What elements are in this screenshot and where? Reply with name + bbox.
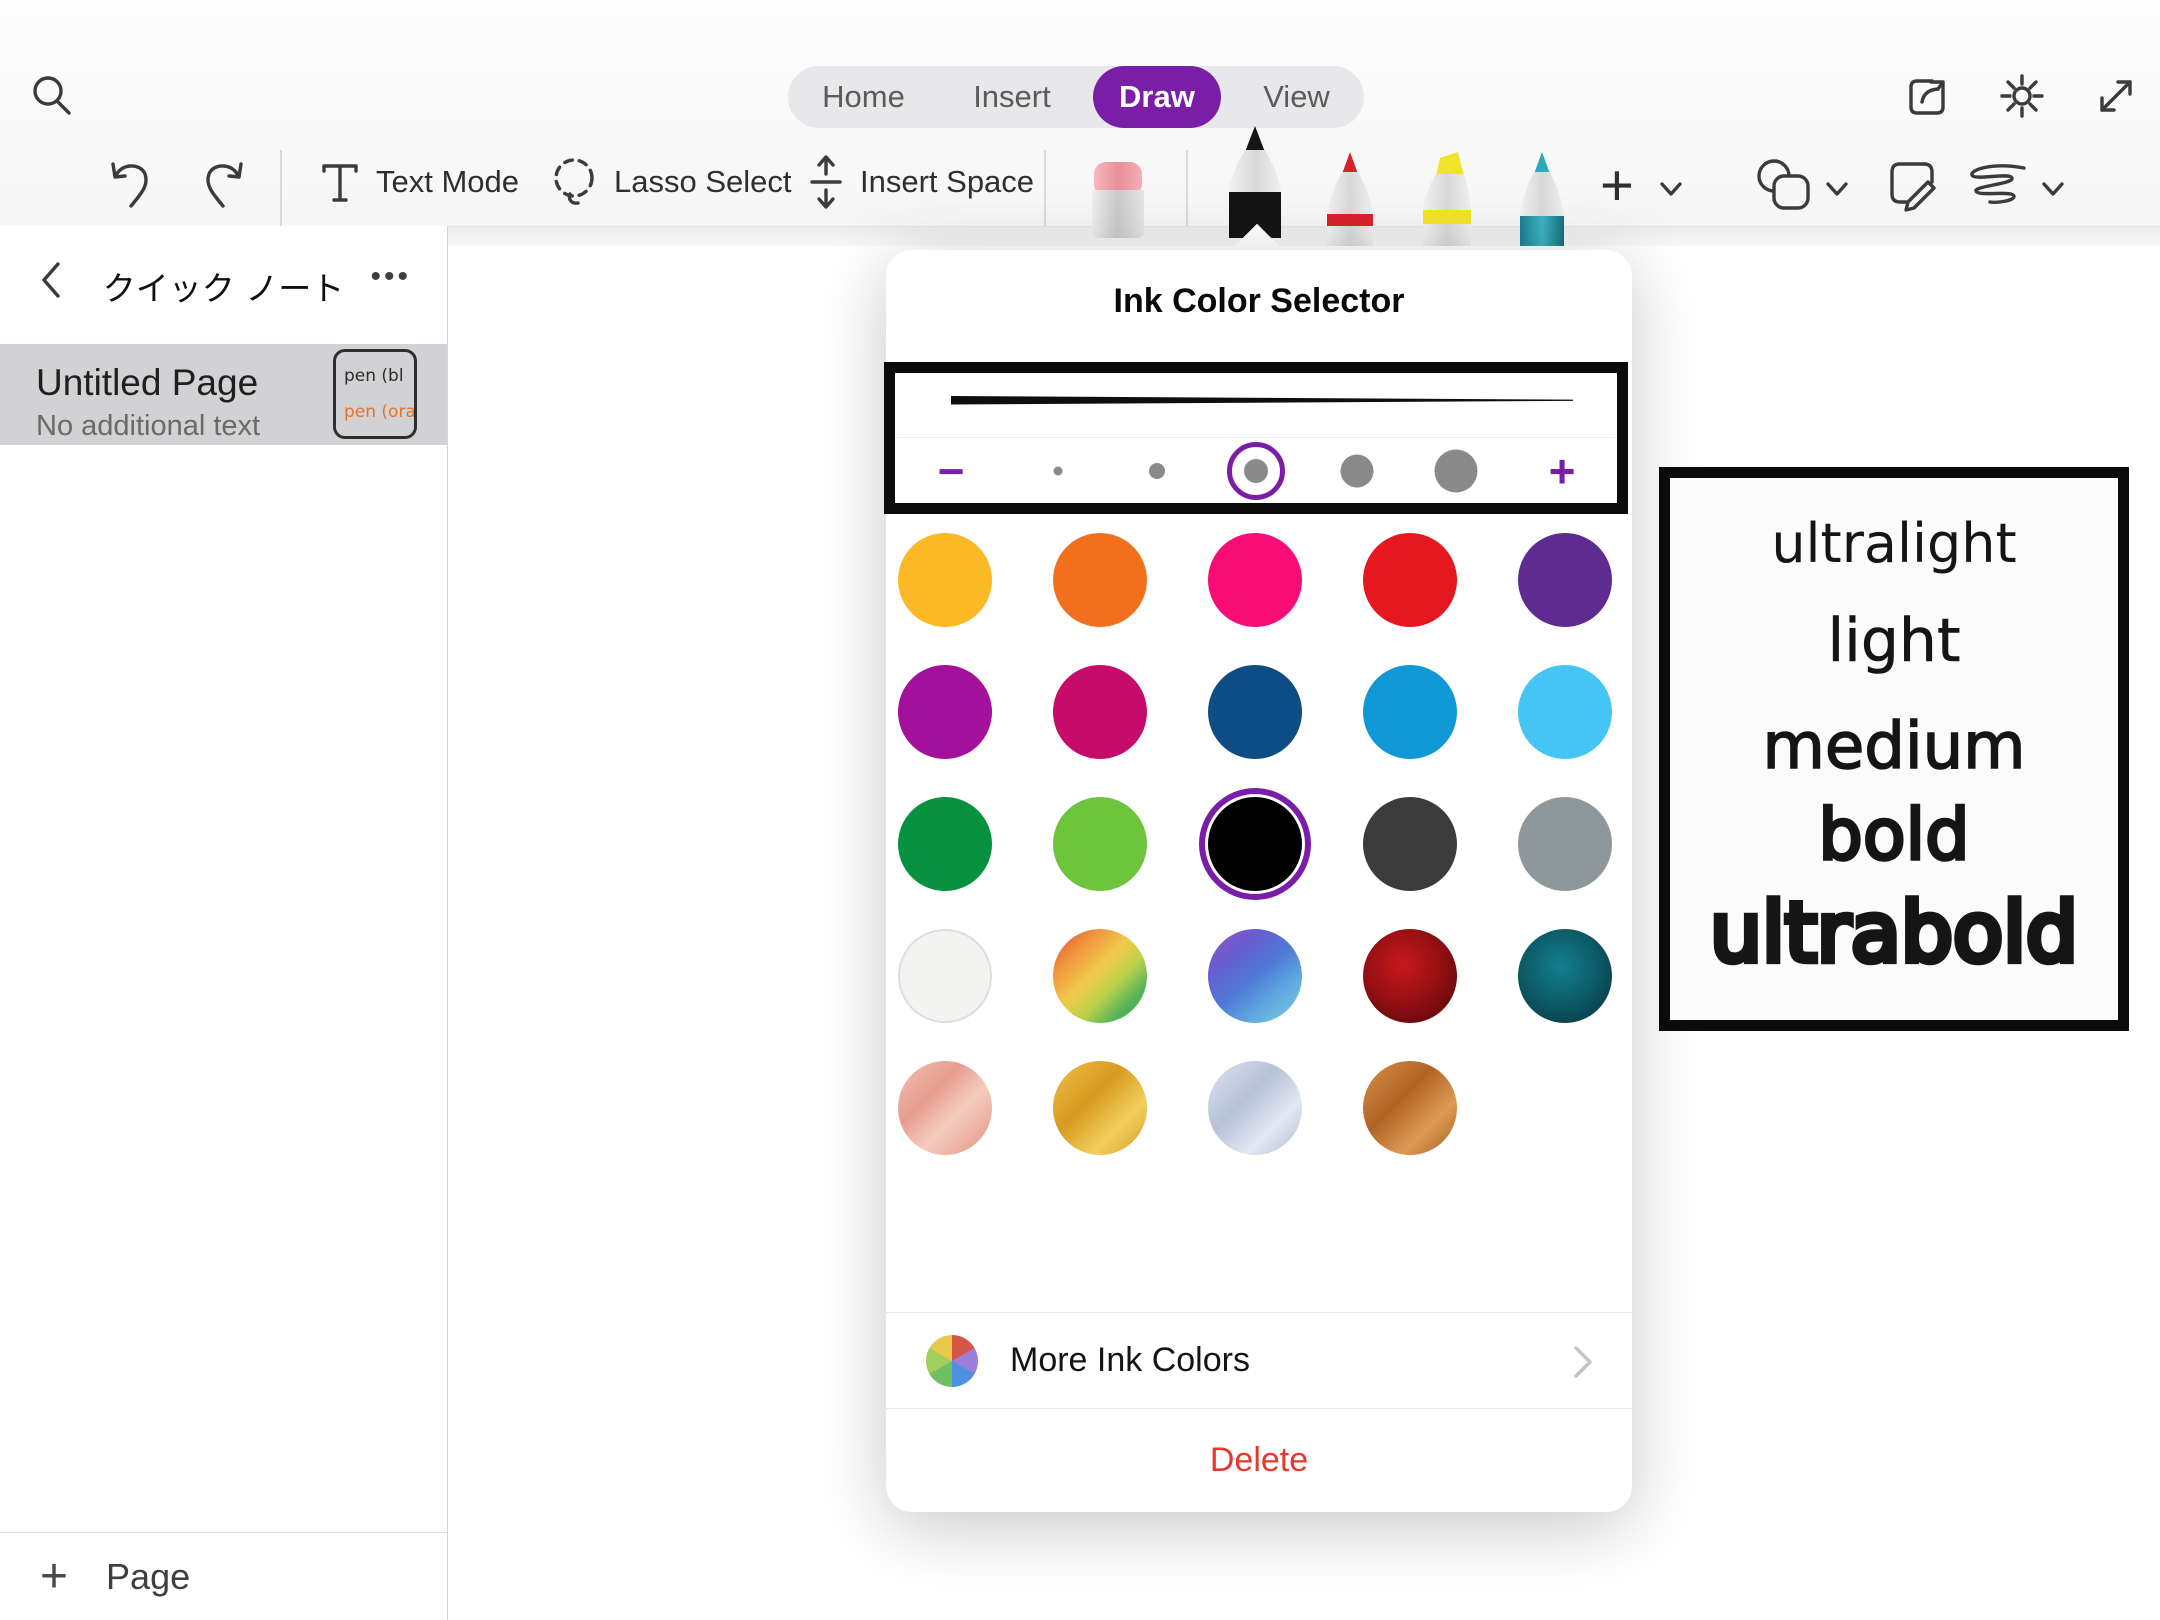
plus-icon: + — [40, 1553, 68, 1601]
color-swatch-white[interactable] — [898, 929, 992, 1023]
shapes-chevron-down-icon[interactable] — [1822, 178, 1852, 200]
settings-gear-icon[interactable] — [1996, 70, 2048, 122]
color-swatch-red[interactable] — [1363, 533, 1457, 627]
thickness-dot-2[interactable] — [1149, 463, 1165, 479]
toolbar-divider — [1044, 150, 1046, 226]
text-mode-icon — [318, 158, 362, 206]
thickness-selector-annotation-box: −+ — [884, 362, 1628, 514]
pen-teal-tool[interactable] — [1508, 150, 1576, 246]
color-swatch-silver[interactable] — [1208, 1061, 1302, 1155]
toolbar: Home Insert Draw View — [0, 0, 2160, 226]
scribble-icon[interactable] — [1962, 160, 2032, 210]
page-thumbnail: pen (bl pen (ora — [333, 349, 417, 439]
tab-home[interactable]: Home — [796, 66, 931, 128]
handwriting-sample-medium: medium — [1670, 710, 2118, 784]
add-page-button[interactable]: + Page — [0, 1532, 447, 1620]
color-swatch-gray[interactable] — [1518, 797, 1612, 891]
lasso-select-label: Lasso Select — [614, 164, 792, 200]
color-swatch-lime-green[interactable] — [1053, 797, 1147, 891]
delete-label: Delete — [1210, 1441, 1308, 1480]
page-title: Untitled Page — [36, 362, 258, 404]
color-swatch-galaxy[interactable] — [1208, 929, 1302, 1023]
undo-icon[interactable] — [104, 156, 158, 214]
thickness-decrease-button[interactable]: − — [938, 448, 965, 494]
text-mode-label: Text Mode — [376, 164, 519, 200]
tab-insert[interactable]: Insert — [947, 66, 1077, 128]
add-page-label: Page — [106, 1556, 190, 1598]
ribbon-tabbar: Home Insert Draw View — [788, 66, 1364, 128]
divider — [897, 437, 1615, 438]
color-swatch-grid — [898, 533, 1612, 1155]
toolbar-divider — [280, 150, 282, 226]
add-pen-button[interactable]: + — [1600, 152, 1634, 219]
color-swatch-pink[interactable] — [1208, 533, 1302, 627]
page-sidebar: クイック ノート ••• Untitled Page No additional… — [0, 226, 448, 1620]
fullscreen-icon[interactable] — [2092, 72, 2140, 120]
more-ink-colors-label: More Ink Colors — [1010, 1341, 1250, 1380]
share-icon[interactable] — [1902, 72, 1952, 122]
page-list-item-selected[interactable]: Untitled Page No additional text pen (bl… — [0, 344, 447, 445]
thumbnail-ink-line-black: pen (bl — [344, 358, 414, 394]
ink-note-icon[interactable] — [1884, 156, 1942, 214]
highlighter-yellow-tool[interactable] — [1410, 150, 1484, 246]
tab-draw[interactable]: Draw — [1093, 66, 1221, 128]
lasso-icon — [548, 154, 600, 210]
thickness-increase-button[interactable]: + — [1549, 448, 1576, 494]
color-swatch-orange[interactable] — [1053, 533, 1147, 627]
stroke-preview — [951, 391, 1573, 411]
handwriting-sample-ultrabold: ultrabold — [1670, 886, 2118, 981]
thickness-dot-4[interactable] — [1341, 455, 1374, 488]
color-swatch-rose-gold[interactable] — [898, 1061, 992, 1155]
redo-icon[interactable] — [196, 156, 250, 214]
color-swatch-amber[interactable] — [898, 533, 992, 627]
tab-view[interactable]: View — [1237, 66, 1356, 128]
thickness-row: −+ — [895, 439, 1617, 503]
insert-space-label: Insert Space — [860, 164, 1034, 200]
color-swatch-dark-gray[interactable] — [1363, 797, 1457, 891]
color-swatch-rainbow-glitter[interactable] — [1053, 929, 1147, 1023]
add-pen-chevron-down-icon[interactable] — [1656, 178, 1686, 200]
text-mode-button[interactable]: Text Mode — [318, 150, 519, 214]
thickness-dot-3-selected[interactable] — [1244, 459, 1268, 483]
handwriting-sample-ultralight: ultralight — [1670, 512, 2118, 575]
ink-weight-sample-panel: ultralight light medium bold ultrabold — [1659, 467, 2129, 1031]
color-swatch-ocean-teal[interactable] — [1518, 929, 1612, 1023]
search-icon[interactable] — [28, 72, 76, 120]
chevron-right-icon — [1570, 1343, 1596, 1381]
more-ink-colors-button[interactable]: More Ink Colors — [886, 1312, 1632, 1408]
toolbar-divider — [1186, 150, 1188, 226]
color-swatch-violet[interactable] — [898, 665, 992, 759]
app-window: Home Insert Draw View — [0, 0, 2160, 1620]
color-swatch-navy-blue[interactable] — [1208, 665, 1302, 759]
insert-space-icon — [806, 154, 846, 210]
color-swatch-red-lava[interactable] — [1363, 929, 1457, 1023]
color-swatch-bronze[interactable] — [1363, 1061, 1457, 1155]
thickness-dot-5[interactable] — [1435, 450, 1478, 493]
thickness-dot-1[interactable] — [1054, 467, 1063, 476]
handwriting-sample-light: light — [1670, 606, 2118, 676]
color-swatch-cerulean-blue[interactable] — [1363, 665, 1457, 759]
color-swatch-raspberry[interactable] — [1053, 665, 1147, 759]
handwriting-sample-bold: bold — [1670, 794, 2118, 876]
section-menu-button[interactable]: ••• — [370, 260, 411, 294]
color-swatch-gold[interactable] — [1053, 1061, 1147, 1155]
scribble-chevron-down-icon[interactable] — [2038, 178, 2068, 200]
popup-title: Ink Color Selector — [886, 282, 1632, 321]
color-swatch-green[interactable] — [898, 797, 992, 891]
color-swatch-purple[interactable] — [1518, 533, 1612, 627]
lasso-select-button[interactable]: Lasso Select — [548, 150, 792, 214]
page-subtitle: No additional text — [36, 410, 260, 443]
insert-space-button[interactable]: Insert Space — [806, 150, 1034, 214]
color-swatch-sky-blue[interactable] — [1518, 665, 1612, 759]
color-swatch-black[interactable] — [1208, 797, 1302, 891]
shapes-icon[interactable] — [1752, 156, 1814, 214]
color-wheel-icon — [926, 1335, 978, 1387]
delete-pen-button[interactable]: Delete — [886, 1408, 1632, 1512]
pen-red-tool[interactable] — [1315, 150, 1385, 246]
thumbnail-ink-line-orange: pen (ora — [344, 394, 414, 430]
eraser-tool[interactable] — [1086, 160, 1150, 246]
